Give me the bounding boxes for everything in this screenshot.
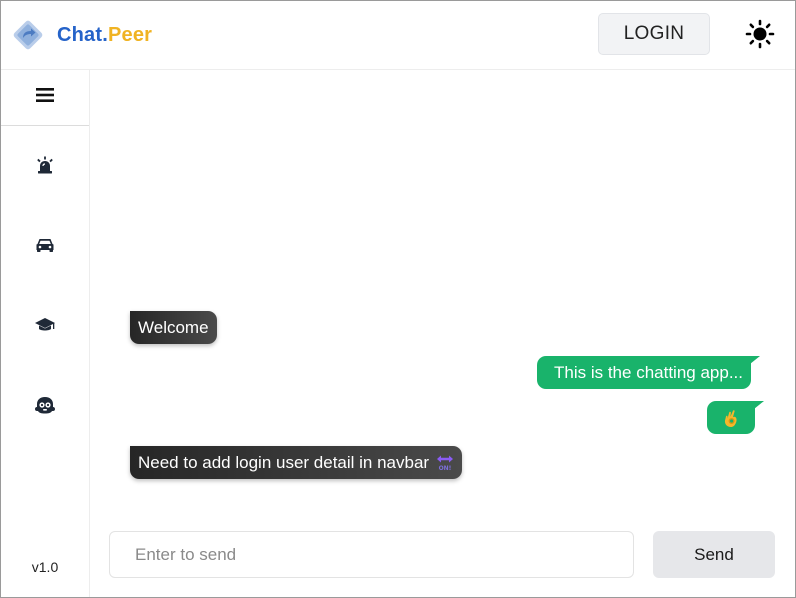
version-label: v1.0 [31,559,59,575]
siren-icon [35,155,55,180]
message-text: Welcome [138,317,209,337]
robot-icon [34,395,56,420]
message-text: Need to add login user detail in navbar [138,452,430,472]
car-icon [35,236,55,259]
brand-logo-icon [11,18,45,52]
app-window: Chat.Peer LOGIN v1.0 Welcome This is the… [0,0,796,598]
brand-name-part2: Peer [108,23,153,46]
svg-text:ON!: ON! [439,465,452,472]
sun-icon [745,19,775,54]
message-sent [707,401,764,434]
brand-name: Chat.Peer [57,24,152,47]
send-button[interactable]: Send [653,531,775,578]
message-input[interactable] [109,531,634,578]
brand[interactable]: Chat.Peer [11,18,152,52]
sidebar-item-education[interactable] [1,307,89,347]
graduation-cap-icon [34,316,56,339]
sidebar: v1.0 [1,70,90,597]
theme-toggle-button[interactable] [743,19,777,53]
message-received: Need to add login user detail in navbar … [130,446,463,479]
top-navbar: Chat.Peer LOGIN [1,1,795,70]
login-button[interactable]: LOGIN [598,13,710,55]
message-sent: This is the chatting app... [537,356,760,389]
hamburger-menu-icon [35,86,55,109]
on-arrow-emoji-icon: ON! [436,453,454,473]
brand-name-part1: Chat. [57,23,108,46]
message-received: Welcome [130,311,217,344]
message-text: This is the chatting app... [554,362,743,382]
menu-toggle-button[interactable] [1,70,89,126]
sidebar-item-transport[interactable] [1,227,89,267]
sidebar-item-bot[interactable] [1,387,89,427]
ok-hand-emoji-icon [722,408,740,428]
sidebar-item-emergency[interactable] [1,147,89,187]
chat-panel: Welcome This is the chatting app... Need… [90,70,795,597]
